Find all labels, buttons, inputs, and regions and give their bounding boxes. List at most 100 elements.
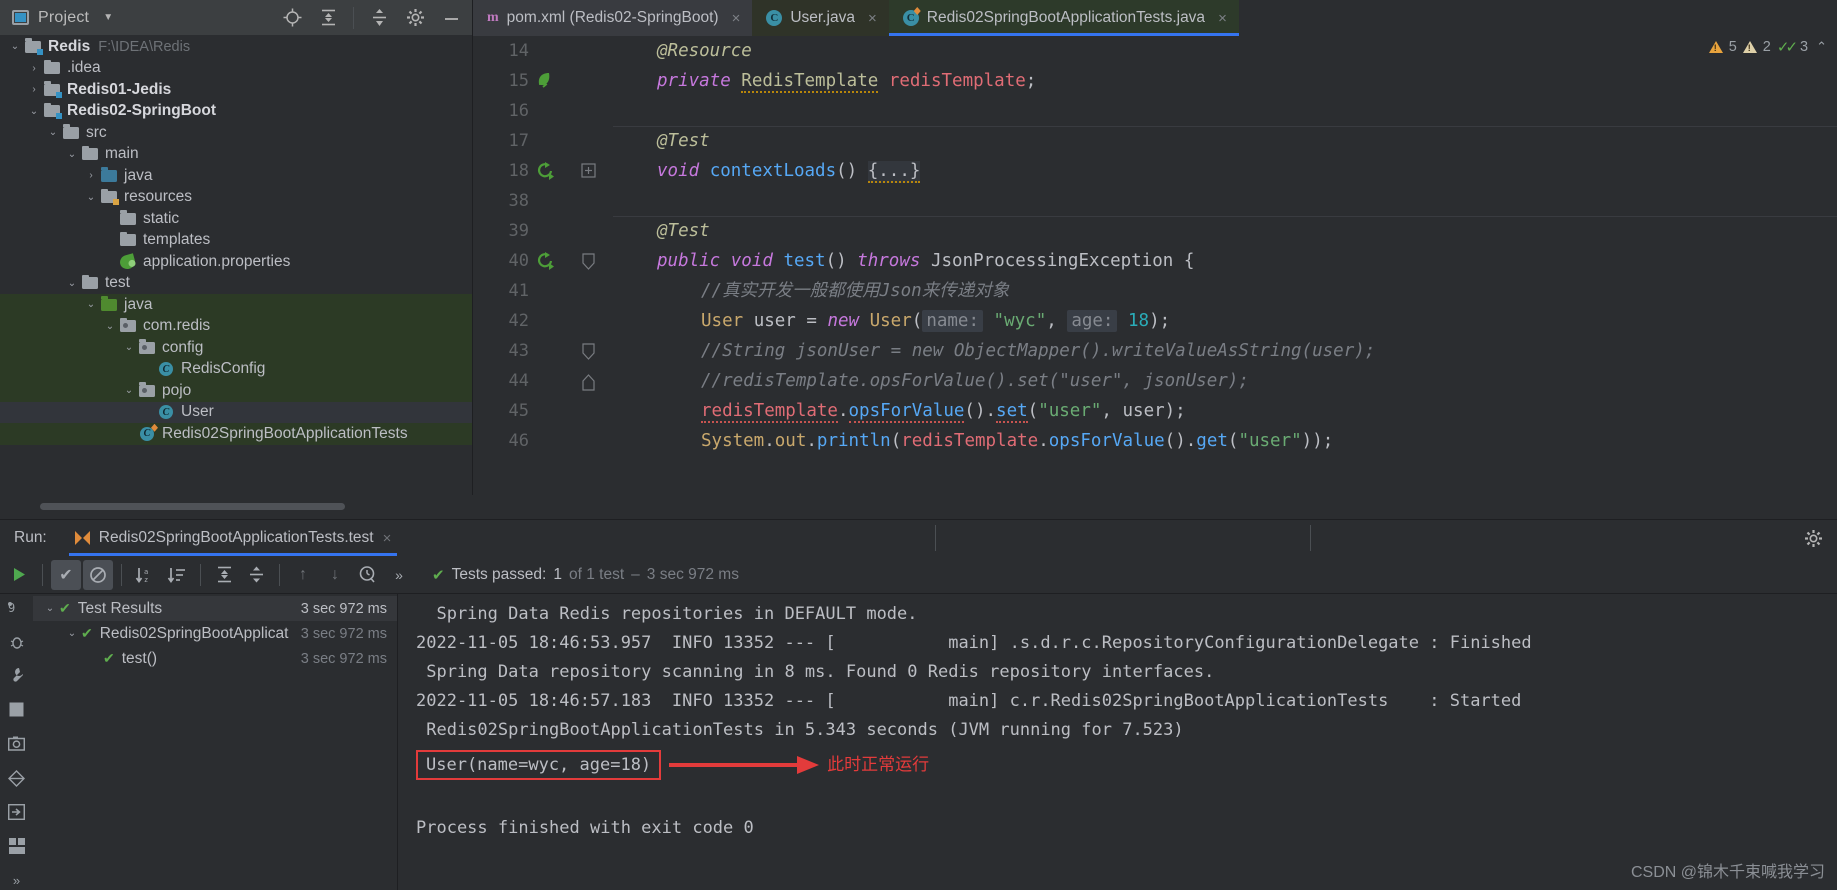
chevron-down-icon[interactable]: ⌄ (82, 192, 100, 203)
code-line[interactable]: 45redisTemplate.opsForValue().set("user"… (473, 396, 1837, 426)
terminal-icon[interactable] (9, 700, 24, 719)
code-line[interactable]: 44//redisTemplate.opsForValue().set("use… (473, 366, 1837, 396)
run-test-icon[interactable] (535, 251, 555, 271)
minimize-icon[interactable] (440, 7, 462, 29)
expand-all-icon[interactable] (209, 560, 239, 590)
tree-node[interactable]: ·templates (0, 230, 472, 252)
close-icon[interactable]: × (868, 10, 877, 27)
tree-node[interactable]: ⌄config (0, 337, 472, 359)
code-line[interactable]: 17@Test (473, 126, 1837, 156)
tree-node[interactable]: ›.idea (0, 58, 472, 80)
console-output[interactable]: Spring Data Redis repositories in DEFAUL… (398, 594, 1837, 890)
chevron-right-icon[interactable]: › (82, 170, 100, 181)
next-failed-icon[interactable]: ↓ (320, 560, 350, 590)
sort-by-duration-icon[interactable] (162, 560, 192, 590)
tree-node[interactable]: ›Redis01-Jedis (0, 79, 472, 101)
hide-ignored-icon[interactable] (83, 560, 113, 590)
more-icon[interactable]: » (384, 560, 414, 590)
tree-node[interactable]: ›java (0, 165, 472, 187)
chevron-down-icon[interactable]: ⌄ (63, 149, 81, 160)
tree-node[interactable]: ·application.properties (0, 251, 472, 273)
tree-node[interactable]: ·CUser (0, 402, 472, 424)
run-test-icon[interactable] (535, 161, 555, 181)
tree-node[interactable]: ·CRedis02SpringBootApplicationTests (0, 423, 472, 445)
close-icon[interactable]: × (732, 10, 741, 27)
chevron-down-icon[interactable]: ⌄ (25, 106, 43, 117)
profiler-icon[interactable] (8, 769, 25, 788)
code-line[interactable]: 39@Test (473, 216, 1837, 246)
previous-failed-icon[interactable]: ↑ (288, 560, 318, 590)
code-line[interactable]: 14@Resource (473, 36, 1837, 66)
expand-all-icon[interactable] (317, 7, 339, 29)
chevron-down-icon[interactable]: ⌄ (44, 127, 62, 138)
run-configuration-tab[interactable]: Redis02SpringBootApplicationTests.test × (69, 520, 398, 556)
wrench-icon[interactable] (8, 666, 25, 685)
code-line[interactable]: 18void contextLoads() {...} (473, 156, 1837, 186)
code-line[interactable]: 42User user = new User(name: "wyc", age:… (473, 306, 1837, 336)
chevron-down-icon[interactable]: ⌄ (82, 299, 100, 310)
expand-fold-icon[interactable] (581, 163, 596, 178)
spring-bean-icon[interactable] (535, 71, 555, 91)
chevron-down-icon[interactable]: ⌄ (120, 342, 138, 353)
run-toolbar[interactable]: ✔ az ↑ ↓ » (0, 556, 1837, 594)
collapse-fold-icon[interactable] (581, 343, 596, 358)
code-line[interactable]: 43//String jsonUser = new ObjectMapper()… (473, 336, 1837, 366)
show-passed-icon[interactable]: ✔ (51, 560, 81, 590)
editor-tab[interactable]: CRedis02SpringBootApplicationTests.java× (889, 0, 1239, 36)
chevron-right-icon[interactable]: › (25, 63, 43, 74)
code-viewport[interactable]: 14@Resource15private RedisTemplate redis… (473, 36, 1837, 519)
chevron-down-icon[interactable]: ⌄ (101, 321, 119, 332)
camera-icon[interactable] (8, 734, 25, 753)
code-line[interactable]: 15private RedisTemplate redisTemplate; (473, 66, 1837, 96)
chevron-down-icon[interactable]: ⌄ (120, 385, 138, 396)
test-tree-node[interactable]: ✔test()3 sec 972 ms (33, 646, 397, 671)
more-icon[interactable]: » (13, 871, 20, 890)
test-results-tree[interactable]: ⌄✔Test Results3 sec 972 ms⌄✔Redis02Sprin… (33, 594, 398, 890)
chevron-down-icon[interactable]: ▼ (103, 12, 113, 23)
tree-node[interactable]: ⌄pojo (0, 380, 472, 402)
collapse-all-icon[interactable] (368, 7, 390, 29)
test-tree-node[interactable]: ⌄✔Redis02SpringBootApplicat3 sec 972 ms (33, 621, 397, 646)
code-line[interactable]: 16 (473, 96, 1837, 126)
close-icon[interactable]: × (383, 530, 392, 547)
code-line[interactable]: 38 (473, 186, 1837, 216)
chevron-down-icon[interactable]: ⌄ (41, 603, 59, 614)
tree-node[interactable]: ⌄RedisF:\IDEA\Redis (0, 36, 472, 58)
tree-node[interactable]: ⌄test (0, 273, 472, 295)
project-tree[interactable]: ⌄RedisF:\IDEA\Redis›.idea›Redis01-Jedis⌄… (0, 36, 472, 495)
code-line[interactable]: 41//真实开发一般都使用Json来传递对象 (473, 276, 1837, 306)
tree-node[interactable]: ⌄com.redis (0, 316, 472, 338)
collapse-fold-icon[interactable] (581, 373, 596, 388)
code-line[interactable]: 40public void test() throws JsonProcessi… (473, 246, 1837, 276)
editor-tab[interactable]: mpom.xml (Redis02-SpringBoot)× (473, 0, 752, 36)
chevron-right-icon[interactable]: › (25, 84, 43, 95)
chevron-down-icon[interactable]: ⌄ (63, 628, 81, 639)
history-icon[interactable] (352, 560, 382, 590)
tree-node[interactable]: ⌄main (0, 144, 472, 166)
tool-window-strip[interactable]: 9 (0, 594, 33, 890)
tree-node[interactable]: ·CRedisConfig (0, 359, 472, 381)
collapse-fold-icon[interactable] (581, 253, 596, 268)
editor-tab[interactable]: CUser.java× (752, 0, 888, 36)
gear-icon[interactable] (404, 7, 426, 29)
editor-tab-bar[interactable]: mpom.xml (Redis02-SpringBoot)×CUser.java… (473, 0, 1837, 36)
debugger-icon[interactable]: 9 (8, 598, 25, 617)
test-tree-node[interactable]: ⌄✔Test Results3 sec 972 ms (33, 596, 397, 621)
close-icon[interactable]: × (1218, 10, 1227, 27)
tree-node[interactable]: ·static (0, 208, 472, 230)
code-lines[interactable]: 14@Resource15private RedisTemplate redis… (473, 36, 1837, 519)
scrollbar-thumb[interactable] (40, 503, 345, 510)
chevron-down-icon[interactable]: ⌄ (6, 41, 24, 52)
tree-node[interactable]: ⌄resources (0, 187, 472, 209)
code-line[interactable]: 46System.out.println(redisTemplate.opsFo… (473, 426, 1837, 456)
rerun-icon[interactable] (4, 560, 34, 590)
tree-node[interactable]: ⌄Redis02-SpringBoot (0, 101, 472, 123)
sort-alphabetically-icon[interactable]: az (130, 560, 160, 590)
locate-icon[interactable] (281, 7, 303, 29)
tree-node[interactable]: ⌄src (0, 122, 472, 144)
import-icon[interactable] (8, 803, 25, 822)
grid-icon[interactable] (9, 837, 25, 856)
bug-icon[interactable] (9, 632, 25, 651)
tree-node[interactable]: ⌄java (0, 294, 472, 316)
project-horizontal-scrollbar[interactable] (0, 495, 473, 519)
